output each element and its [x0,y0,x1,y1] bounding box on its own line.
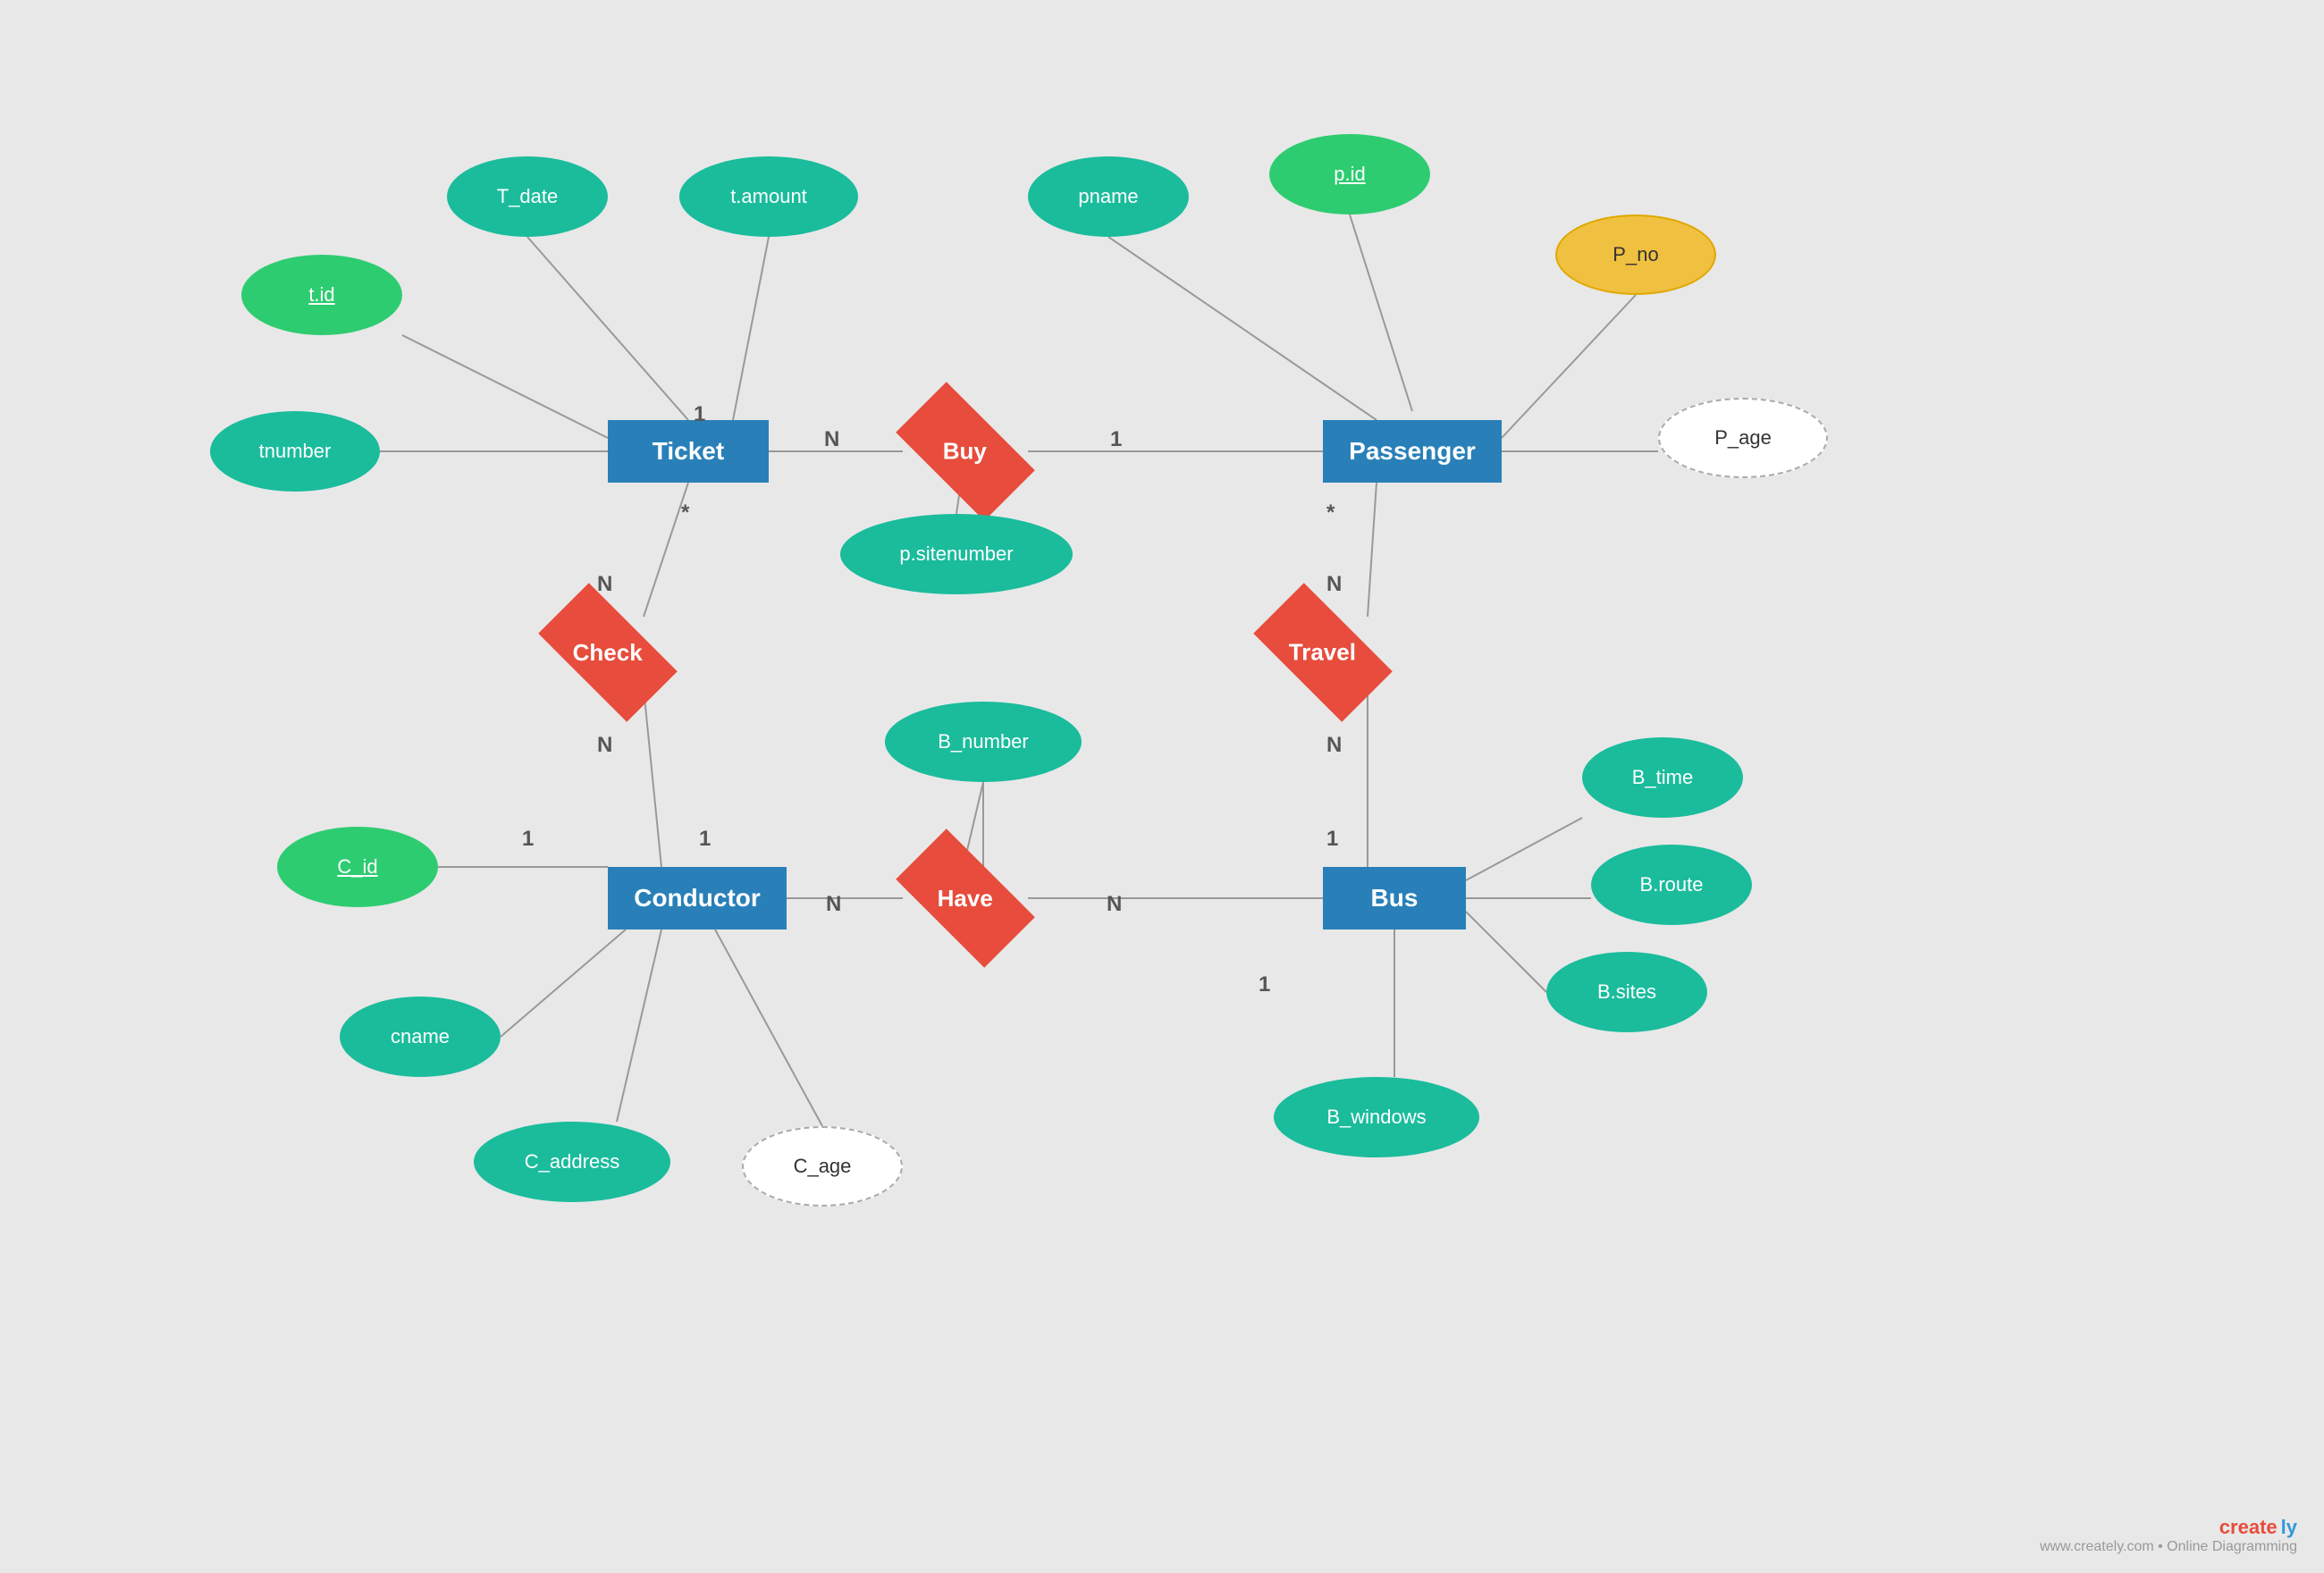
attribute-p-no-label: P_no [1612,243,1658,266]
creately-badge: creately www.creately.com • Online Diagr… [2040,1516,2297,1555]
relationship-buy[interactable]: Buy [896,382,1035,521]
cardinality-have-n: N [826,892,841,917]
attribute-b-number[interactable]: B_number [885,702,1082,782]
attribute-p-sitenumber[interactable]: p.sitenumber [840,514,1073,594]
attribute-b-windows-label: B_windows [1326,1106,1426,1129]
cardinality-check-n-top: N [597,572,612,597]
attribute-c-id[interactable]: C_id [277,827,438,907]
cardinality-buy-1: 1 [1110,427,1122,452]
attribute-cname[interactable]: cname [340,997,501,1077]
attribute-tnumber-label: tnumber [259,440,332,463]
attribute-t-amount[interactable]: t.amount [679,156,858,237]
relationship-travel-label: Travel [1289,638,1356,666]
entity-passenger[interactable]: Passenger [1323,420,1502,483]
attribute-cname-label: cname [391,1025,450,1048]
attribute-p-age-label: P_age [1714,426,1772,450]
cardinality-check-n-bot: N [597,733,612,758]
cardinality-ticket-1: 1 [694,402,705,427]
entity-passenger-label: Passenger [1349,437,1476,466]
attribute-p-id[interactable]: p.id [1269,134,1430,214]
relationship-have[interactable]: Have [896,829,1035,968]
cardinality-travel-n-top: N [1326,572,1342,597]
relationship-check-label: Check [573,638,643,666]
creately-url: www.creately.com • Online Diagramming [2040,1539,2297,1555]
attribute-b-sites-label: B.sites [1597,980,1656,1004]
attribute-b-sites[interactable]: B.sites [1546,952,1707,1032]
attribute-t-date[interactable]: T_date [447,156,608,237]
cardinality-passenger-star: * [1326,500,1335,526]
diagram-canvas: Ticket Passenger Conductor Bus Buy Check… [0,0,2324,1573]
cardinality-travel-n-bot: N [1326,733,1342,758]
attribute-p-no[interactable]: P_no [1555,214,1716,295]
cardinality-conductor-1b: 1 [699,827,711,852]
attribute-b-time[interactable]: B_time [1582,737,1743,818]
entity-ticket-label: Ticket [653,437,724,466]
attribute-t-amount-label: t.amount [730,185,807,208]
attribute-p-age[interactable]: P_age [1658,398,1828,478]
attribute-b-windows[interactable]: B_windows [1274,1077,1479,1157]
attribute-c-age[interactable]: C_age [742,1126,903,1207]
entity-bus[interactable]: Bus [1323,867,1466,930]
attribute-c-address[interactable]: C_address [474,1122,670,1202]
attribute-b-number-label: B_number [938,730,1029,753]
attribute-p-id-label: p.id [1334,163,1365,186]
attribute-tnumber[interactable]: tnumber [210,411,380,492]
cardinality-ticket-star: * [681,500,689,526]
cardinality-bus-1-top: 1 [1326,827,1338,852]
attribute-pname[interactable]: pname [1028,156,1189,237]
attribute-t-id-label: t.id [308,283,334,307]
relationship-travel[interactable]: Travel [1253,583,1393,722]
attribute-p-sitenumber-label: p.sitenumber [899,543,1013,566]
entity-conductor-label: Conductor [634,884,761,913]
attribute-c-address-label: C_address [525,1150,619,1173]
attribute-b-route-label: B.route [1640,873,1704,896]
cardinality-buy-n1: N [824,427,839,452]
cardinality-bus-1-bot: 1 [1259,972,1270,997]
attribute-b-time-label: B_time [1632,766,1693,789]
cardinality-have-n2: N [1107,892,1122,917]
attribute-t-date-label: T_date [497,185,559,208]
relationship-check[interactable]: Check [538,583,678,722]
attribute-t-id[interactable]: t.id [241,255,402,335]
entity-conductor[interactable]: Conductor [608,867,787,930]
relationship-have-label: Have [938,885,993,913]
cardinality-conductor-1a: 1 [522,827,534,852]
relationship-buy-label: Buy [943,438,987,466]
attribute-c-id-label: C_id [337,855,377,879]
entity-bus-label: Bus [1371,884,1419,913]
attribute-c-age-label: C_age [794,1155,852,1178]
attribute-pname-label: pname [1078,185,1138,208]
entity-ticket[interactable]: Ticket [608,420,769,483]
attribute-b-route[interactable]: B.route [1591,845,1752,925]
connections-svg [0,0,2324,1573]
